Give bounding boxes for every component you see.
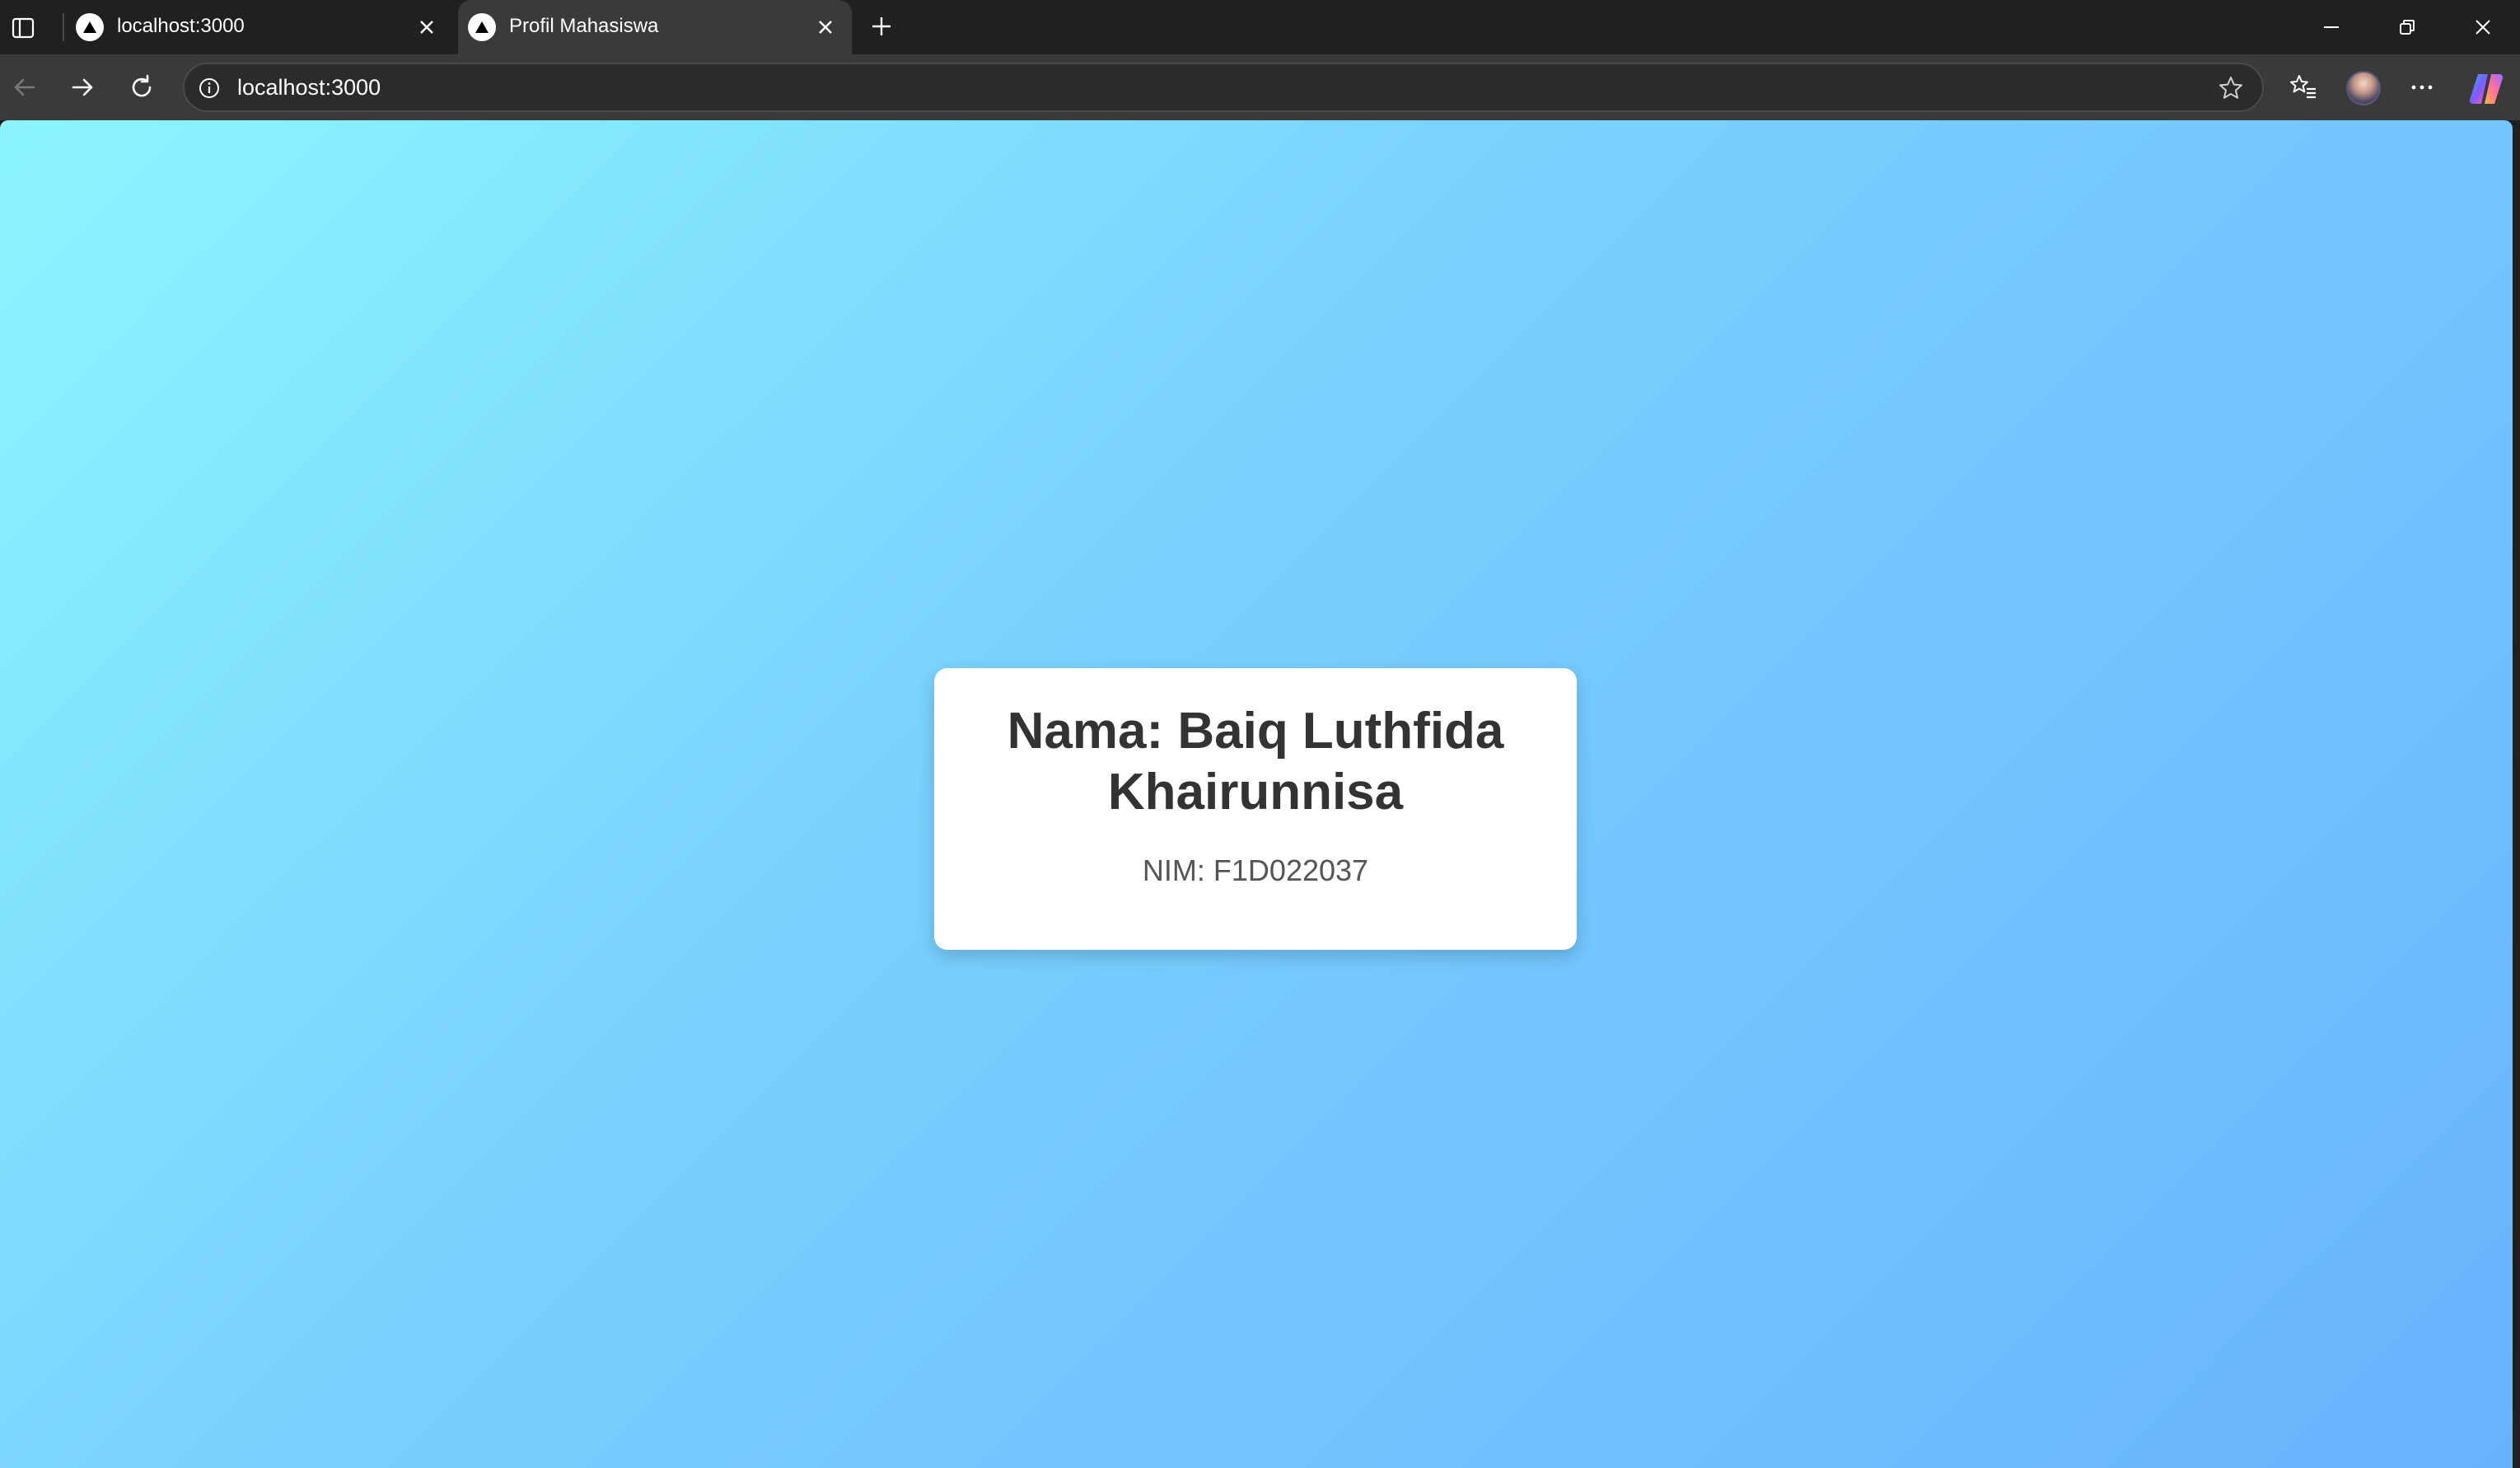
address-bar[interactable]	[183, 63, 2264, 112]
tab-title: localhost:3000	[117, 15, 245, 37]
tab-actions-icon[interactable]	[5, 10, 41, 46]
student-name: Nama: Baiq Luthfida Khairunnisa	[1007, 703, 1504, 820]
tab-strip: localhost:3000 Profil Mahasiswa	[0, 0, 2520, 54]
close-icon[interactable]	[811, 12, 840, 42]
back-arrow-icon[interactable]	[7, 69, 43, 105]
nextjs-triangle-icon	[468, 13, 496, 41]
refresh-icon[interactable]	[124, 69, 160, 105]
minimize-icon[interactable]	[2293, 0, 2369, 54]
tab-localhost[interactable]: localhost:3000	[66, 0, 453, 54]
close-window-icon[interactable]	[2445, 0, 2520, 54]
close-icon[interactable]	[412, 12, 442, 42]
avatar[interactable]	[2346, 71, 2381, 105]
info-icon[interactable]	[194, 73, 224, 103]
tab-divider	[63, 13, 64, 41]
page-viewport: Nama: Baiq Luthfida Khairunnisa NIM: F1D…	[0, 120, 2513, 1468]
forward-arrow-icon[interactable]	[64, 69, 101, 105]
star-icon[interactable]	[2214, 72, 2247, 105]
browser-toolbar	[0, 54, 2520, 120]
tab-title: Profil Mahasiswa	[509, 15, 659, 37]
more-icon[interactable]	[2404, 69, 2440, 105]
profile-card: Nama: Baiq Luthfida Khairunnisa NIM: F1D…	[934, 668, 1577, 950]
restore-icon[interactable]	[2369, 0, 2445, 54]
window-edge	[2513, 120, 2520, 1468]
tab-profil-mahasiswa[interactable]: Profil Mahasiswa	[458, 0, 852, 54]
url-input[interactable]	[237, 71, 2132, 104]
copilot-icon[interactable]	[2466, 69, 2506, 109]
favorites-list-icon[interactable]	[2285, 69, 2321, 105]
student-nim: NIM: F1D022037	[1142, 853, 1369, 887]
nextjs-triangle-icon	[76, 13, 104, 41]
plus-icon[interactable]	[863, 8, 900, 44]
